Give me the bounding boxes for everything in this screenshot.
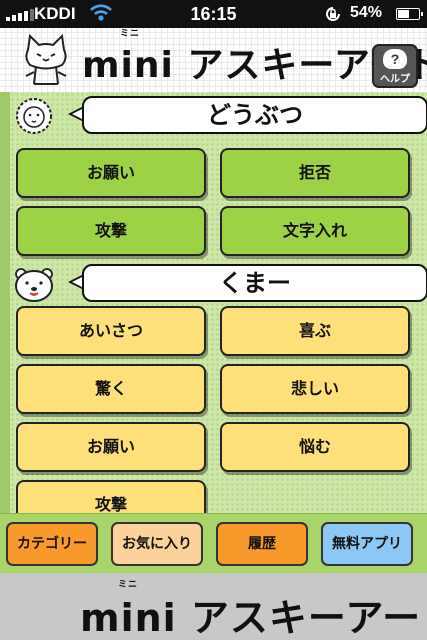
tab-history[interactable]: 履歴 (216, 522, 308, 566)
category-button[interactable]: 悲しい (220, 364, 410, 414)
section-header-bear: くまー (10, 262, 427, 306)
tab-favorites[interactable]: お気に入り (111, 522, 203, 566)
category-list[interactable]: どうぶつ お願い 拒否 攻撃 文字入れ くまー あいさつ 喜ぶ 驚く 悲しい お… (0, 92, 427, 513)
section-header-animals: どうぶつ (10, 94, 427, 138)
rotation-lock-icon (326, 7, 340, 21)
left-border (0, 92, 10, 513)
category-button[interactable]: 拒否 (220, 148, 410, 198)
section-title: どうぶつ (82, 96, 427, 134)
tab-free-apps[interactable]: 無料アプリ (321, 522, 413, 566)
help-button[interactable]: ? ヘルプ (372, 44, 418, 88)
category-button[interactable]: 喜ぶ (220, 306, 410, 356)
logo-title: mini アスキーアート (80, 596, 427, 640)
category-button[interactable]: 攻撃 (16, 206, 206, 256)
tab-category[interactable]: カテゴリー (6, 522, 98, 566)
category-button[interactable]: 攻撃 (16, 480, 206, 513)
battery-icon (396, 8, 423, 20)
battery-percent: 54% (350, 4, 383, 21)
footer-logo: ミニ mini アスキーアート (80, 580, 427, 640)
app-header: ミニ mini アスキーアート (0, 28, 427, 92)
bear-icon (15, 268, 53, 302)
help-icon: ? (383, 49, 407, 69)
category-button[interactable]: 文字入れ (220, 206, 410, 256)
cat-mascot-icon (25, 33, 67, 85)
footer-banner[interactable]: ミニ mini アスキーアート (0, 573, 427, 640)
logo-ruby: ミニ (120, 29, 141, 39)
tab-bar: カテゴリー お気に入り 履歴 無料アプリ (0, 513, 427, 573)
category-button[interactable]: お願い (16, 148, 206, 198)
category-button[interactable]: お願い (16, 422, 206, 472)
help-label: ヘルプ (380, 74, 410, 85)
app-screen: KDDI 16:15 54% ミニ mini アスキーアート ? ヘルプ どうぶ… (0, 0, 427, 640)
status-bar: KDDI 16:15 54% (0, 0, 427, 28)
section-title: くまー (82, 264, 427, 302)
logo-ruby: ミニ (118, 580, 139, 590)
category-button[interactable]: 悩む (220, 422, 410, 472)
category-button[interactable]: 驚く (16, 364, 206, 414)
category-button[interactable]: あいさつ (16, 306, 206, 356)
lion-icon (16, 98, 52, 134)
